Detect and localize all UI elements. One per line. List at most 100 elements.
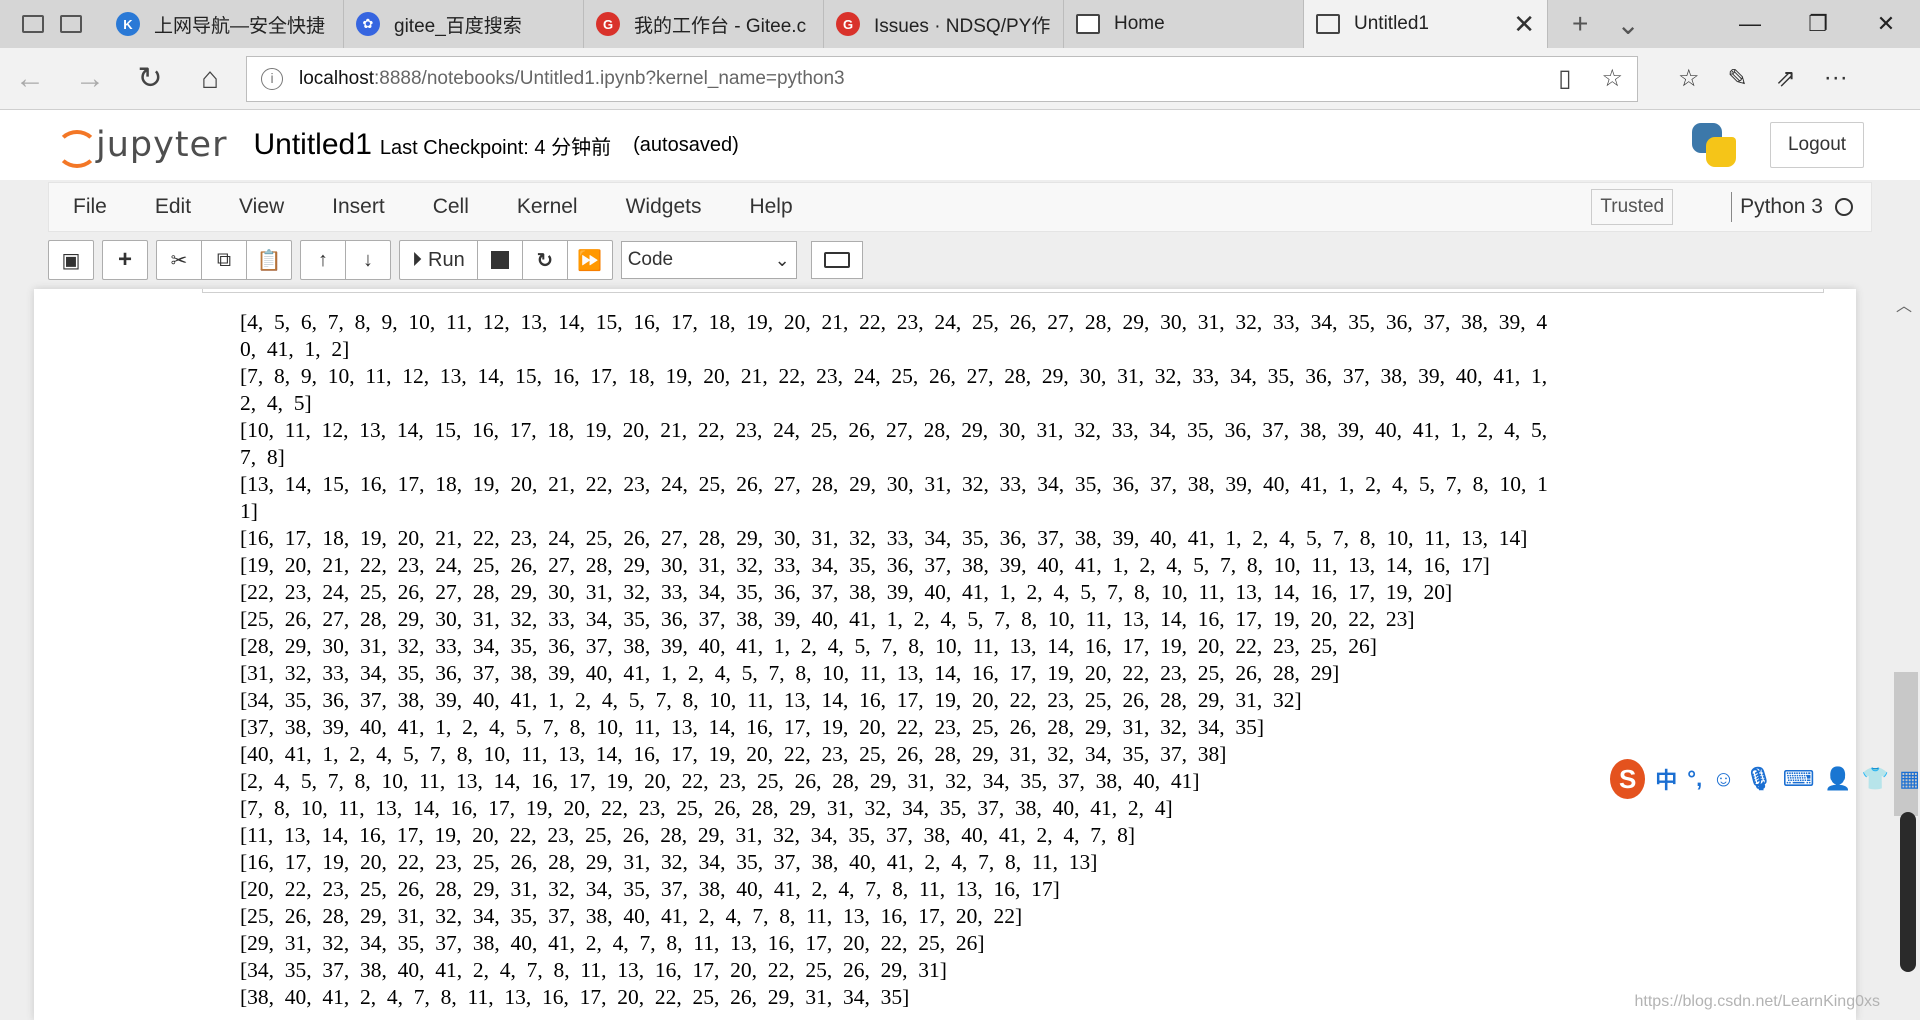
menu-kernel[interactable]: Kernel: [493, 195, 602, 219]
url-actions: ▯ ☆: [1558, 64, 1623, 93]
scroll-up-icon[interactable]: ︿: [1896, 292, 1912, 316]
minimize-icon[interactable]: —: [1716, 11, 1784, 37]
run-button[interactable]: ⏵ Run: [399, 240, 478, 280]
refresh-icon[interactable]: ↻: [120, 61, 180, 96]
menu-cell[interactable]: Cell: [409, 195, 493, 219]
jupyter-logo-text: jupyter: [96, 125, 228, 165]
output-line: [38, 40, 41, 2, 4, 7, 8, 11, 13, 16, 17,…: [240, 985, 910, 1009]
tab-favicon-icon: K: [116, 12, 140, 36]
menu-view[interactable]: View: [215, 195, 308, 219]
restore-icon[interactable]: ❐: [1784, 11, 1852, 37]
insert-cell-button[interactable]: +: [102, 240, 148, 280]
move-down-button[interactable]: ↓: [345, 240, 391, 280]
restart-kernel-button[interactable]: ↻: [521, 240, 568, 280]
menu-help[interactable]: Help: [725, 195, 816, 219]
tab-favicon-icon: G: [596, 12, 620, 36]
notebook-name[interactable]: Untitled1: [253, 128, 371, 162]
more-icon[interactable]: ···: [1824, 64, 1848, 93]
output-line: [29, 31, 32, 34, 35, 37, 38, 40, 41, 2, …: [240, 931, 985, 955]
output-line: [31, 32, 33, 34, 35, 36, 37, 38, 39, 40,…: [240, 661, 1340, 685]
share-icon[interactable]: ⇗: [1776, 64, 1796, 93]
output-line: [7, 8, 10, 11, 13, 14, 16, 17, 19, 20, 2…: [240, 796, 1173, 820]
window-controls: — ❐ ✕: [1716, 0, 1920, 48]
output-line: [4, 5, 6, 7, 8, 9, 10, 11, 12, 13, 14, 1…: [240, 310, 1548, 334]
favorites-icon[interactable]: ☆: [1678, 64, 1700, 93]
tab-favicon-icon: G: [836, 12, 860, 36]
keyboard-icon[interactable]: ⌨: [1783, 766, 1815, 792]
home-icon[interactable]: ⌂: [180, 62, 240, 96]
forward-arrow-icon[interactable]: →: [60, 62, 120, 96]
output-line: 1]: [240, 499, 258, 523]
menu-list: File Edit View Insert Cell Kernel Widgets Help: [49, 195, 817, 219]
restart-run-all-button[interactable]: ⏩: [566, 240, 613, 280]
python-logo-icon: [1692, 123, 1736, 167]
move-up-button[interactable]: ↑: [300, 240, 346, 280]
user-icon[interactable]: 👤: [1824, 766, 1851, 792]
output-line: [16, 17, 19, 20, 22, 23, 25, 26, 28, 29,…: [240, 850, 1098, 874]
save-button[interactable]: ▣: [48, 240, 94, 280]
run-label: Run: [428, 248, 465, 271]
menu-insert[interactable]: Insert: [308, 195, 409, 219]
url-path: :8888/notebooks/Untitled1.ipynb?kernel_n…: [374, 67, 845, 89]
toolbox-icon[interactable]: ▦: [1899, 766, 1920, 792]
tab-label: Issues · NDSQ/PY作业: [874, 15, 1051, 37]
browser-tab[interactable]: G 我的工作台 - Gitee.c: [584, 0, 824, 48]
sogou-logo-icon[interactable]: S: [1610, 759, 1646, 799]
copy-cell-button[interactable]: ⧉: [201, 240, 247, 280]
jupyter-header: jupyter Untitled1 Last Checkpoint: 4 分钟前…: [0, 110, 1920, 180]
tab-actions: [0, 0, 104, 48]
logout-button[interactable]: Logout: [1770, 122, 1864, 168]
new-tab-icon[interactable]: +: [1572, 8, 1588, 40]
ime-mode-toggle[interactable]: 中: [1655, 763, 1677, 795]
tab-active[interactable]: Untitled1 ✕: [1304, 0, 1548, 48]
menu-file[interactable]: File: [49, 195, 131, 219]
chevron-down-icon: ⌄: [774, 249, 790, 270]
output-line: [28, 29, 30, 31, 32, 33, 34, 35, 36, 37,…: [240, 634, 1377, 658]
ime-side-panel: [1900, 812, 1916, 972]
set-aside-tabs-icon[interactable]: [60, 15, 82, 33]
tab-preview-chevron-icon[interactable]: ⌄: [1616, 8, 1639, 41]
tab-groups-icon[interactable]: [22, 15, 44, 33]
browser-tab[interactable]: ✿ gitee_百度搜索: [344, 0, 584, 48]
watermark: https://blog.csdn.net/LearnKing0xs: [1634, 993, 1881, 1010]
cut-cell-button[interactable]: ✂: [156, 240, 202, 280]
reading-view-icon[interactable]: ▯: [1558, 64, 1571, 93]
browser-tab[interactable]: G Issues · NDSQ/PY作业: [824, 0, 1064, 48]
tab-label: 上网导航—安全快捷: [154, 15, 326, 37]
voice-icon[interactable]: 🎙: [1745, 766, 1773, 792]
browser-tab[interactable]: Home: [1064, 0, 1304, 48]
output-line: [40, 41, 1, 2, 4, 5, 7, 8, 10, 11, 13, 1…: [240, 742, 1227, 766]
url-input[interactable]: i localhost :8888/notebooks/Untitled1.ip…: [246, 55, 1638, 102]
cell-type-select[interactable]: Code ⌄: [620, 241, 797, 279]
paste-cell-button[interactable]: 📋: [246, 240, 292, 280]
back-arrow-icon[interactable]: ←: [0, 62, 60, 96]
browser-tab[interactable]: K 上网导航—安全快捷: [104, 0, 344, 48]
menu-widgets[interactable]: Widgets: [602, 195, 726, 219]
menu-edit[interactable]: Edit: [131, 195, 215, 219]
keyboard-icon: [823, 252, 850, 268]
command-palette-button[interactable]: [810, 241, 863, 279]
output-line: [34, 35, 37, 38, 40, 41, 2, 4, 7, 8, 11,…: [240, 958, 947, 982]
jupyter-logo[interactable]: jupyter: [54, 124, 228, 168]
browser-tab-strip: K 上网导航—安全快捷 ✿ gitee_百度搜索 G 我的工作台 - Gitee.c G Is…: [0, 0, 1920, 48]
pen-icon[interactable]: ✎: [1728, 64, 1748, 93]
output-line: [13, 14, 15, 16, 17, 18, 19, 20, 21, 22,…: [240, 472, 1548, 496]
punctuation-icon[interactable]: °,: [1687, 766, 1702, 792]
kernel-separator: [1731, 192, 1733, 222]
tab-label: gitee_百度搜索: [394, 15, 522, 37]
emoji-icon[interactable]: ☺: [1712, 766, 1734, 792]
output-line: [25, 26, 27, 28, 29, 30, 31, 32, 33, 34,…: [240, 607, 1415, 631]
address-bar-row: ← → ↻ ⌂ i localhost :8888/notebooks/Unti…: [0, 48, 1920, 110]
close-window-icon[interactable]: ✕: [1852, 11, 1920, 37]
skin-icon[interactable]: 👕: [1862, 766, 1889, 792]
trusted-indicator[interactable]: Trusted: [1591, 189, 1674, 225]
output-line: [2, 4, 5, 7, 8, 10, 11, 13, 14, 16, 17, …: [240, 769, 1200, 793]
favorite-star-icon[interactable]: ☆: [1601, 64, 1623, 93]
tab-list: K 上网导航—安全快捷 ✿ gitee_百度搜索 G 我的工作台 - Gitee.c G Is…: [104, 0, 1304, 48]
url-host: localhost: [299, 67, 374, 89]
close-tab-icon[interactable]: ✕: [1513, 9, 1535, 40]
interrupt-kernel-button[interactable]: [476, 240, 523, 280]
output-line: [25, 26, 28, 29, 31, 32, 34, 35, 37, 38,…: [240, 904, 1023, 928]
site-info-icon[interactable]: i: [261, 67, 283, 90]
jupyter-logo-icon: [54, 124, 98, 168]
